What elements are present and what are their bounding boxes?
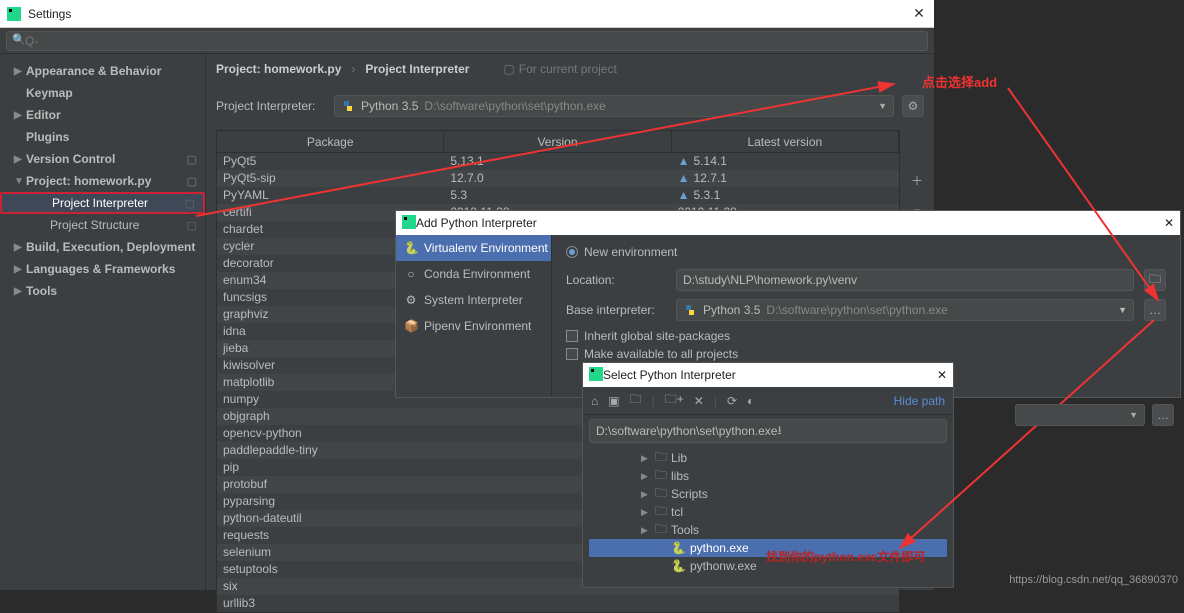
search-icon: 🔍 [12, 33, 26, 46]
gear-button[interactable]: ⚙ [902, 95, 924, 117]
new-folder-icon[interactable]: 🗀+ [665, 390, 684, 411]
breadcrumb-hint: ▢For current project [503, 62, 616, 76]
gear-icon: ⚙ [908, 99, 919, 113]
breadcrumb-page: Project Interpreter [365, 62, 469, 76]
pycharm-icon [6, 6, 22, 22]
location-row: Location: D:\study\NLP\homework.py\venv … [566, 269, 1166, 291]
col-package[interactable]: Package [217, 131, 444, 152]
sidebar-item[interactable]: ▶Languages & Frameworks [0, 258, 205, 280]
add-titlebar: Add Python Interpreter ✕ [396, 211, 1180, 235]
breadcrumb-project: Project: homework.py [216, 62, 341, 76]
history-icon[interactable]: ⭳ [777, 421, 940, 442]
env-icon: 📦 [404, 319, 418, 333]
tree-row[interactable]: ▶🗀tcl [589, 503, 947, 521]
sidebar-item[interactable]: ▶Version Control▢ [0, 148, 205, 170]
browse-base-button[interactable]: … [1144, 299, 1166, 321]
project-icon[interactable]: ▣ [608, 394, 619, 408]
sel-toolbar: ⌂ ▣ 🗀 | 🗀+ ✕ | ⟳ ◐ Hide path [583, 387, 953, 415]
tree-row[interactable]: ▶🗀Lib [589, 449, 947, 467]
tree-row[interactable]: ▶🗀libs [589, 467, 947, 485]
settings-sidebar: ▶Appearance & BehaviorKeymap▶EditorPlugi… [0, 54, 206, 590]
env-type-item[interactable]: 🐍Virtualenv Environment [396, 235, 551, 261]
sidebar-item[interactable]: ▶Tools [0, 280, 205, 302]
env-type-item[interactable]: 📦Pipenv Environment [396, 313, 551, 339]
sidebar-item[interactable]: ▼Project: homework.py▢ [0, 170, 205, 192]
base-dropdown[interactable]: Python 3.5 D:\software\python\set\python… [676, 299, 1134, 321]
hide-path-link[interactable]: Hide path [894, 394, 945, 408]
path-input[interactable]: D:\software\python\set\python.exe ⭳ [589, 419, 947, 443]
sidebar-item[interactable]: ▶Editor [0, 104, 205, 126]
annotation-add: 点击选择add [922, 72, 997, 91]
add-title: Add Python Interpreter [416, 216, 1164, 230]
extra-dropdown[interactable]: ▼ [1015, 404, 1145, 426]
browse-location-button[interactable]: 🗀 [1144, 269, 1166, 291]
sidebar-item[interactable]: Project Structure▢ [0, 214, 205, 236]
new-env-radio-row[interactable]: New environment [566, 245, 1166, 259]
tree-row[interactable]: ▶🗀Scripts [589, 485, 947, 503]
interpreter-name: Python 3.5 [361, 99, 418, 113]
show-hidden-icon[interactable]: ◐ [747, 394, 754, 408]
new-env-label: New environment [584, 245, 677, 259]
package-row[interactable]: PyQt55.13.1▲ 5.14.1 [217, 153, 899, 170]
packages-header: Package Version Latest version [217, 131, 899, 153]
breadcrumb-sep: › [351, 62, 355, 76]
sel-titlebar: Select Python Interpreter ✕ [583, 363, 953, 387]
close-icon[interactable]: ✕ [910, 5, 928, 22]
sel-title: Select Python Interpreter [603, 368, 937, 382]
env-icon: ⚙ [404, 293, 418, 307]
env-type-item[interactable]: ⚙System Interpreter [396, 287, 551, 313]
interpreter-label: Project Interpreter: [216, 99, 326, 113]
tree-row[interactable]: ▶🗀Tools [589, 521, 947, 539]
interpreter-dropdown[interactable]: Python 3.5 D:\software\python\set\python… [334, 95, 894, 117]
annotation-pythonexe: 找到你的python.exe文件即可 [766, 548, 925, 565]
location-input[interactable]: D:\study\NLP\homework.py\venv [676, 269, 1134, 291]
copy-icon: ▢ [503, 62, 514, 76]
location-label: Location: [566, 273, 666, 287]
close-icon[interactable]: ✕ [937, 368, 947, 382]
python-icon [341, 99, 355, 113]
breadcrumb: Project: homework.py › Project Interpret… [216, 54, 934, 80]
col-version[interactable]: Version [444, 131, 671, 152]
sidebar-item[interactable]: ▶Build, Execution, Deployment [0, 236, 205, 258]
inherit-checkbox-row[interactable]: Inherit global site-packages [566, 329, 1166, 343]
home-icon[interactable]: ⌂ [591, 394, 598, 408]
checkbox-icon [566, 348, 578, 360]
package-row[interactable]: PyYAML5.3▲ 5.3.1 [217, 187, 899, 204]
radio-icon [566, 246, 578, 258]
interpreter-path: D:\software\python\set\python.exe [424, 99, 605, 113]
refresh-icon[interactable]: ⟳ [727, 394, 737, 408]
watermark: https://blog.csdn.net/qq_36890370 [1009, 574, 1178, 586]
sidebar-item[interactable]: Project Interpreter▢ [0, 192, 205, 214]
settings-search-bar: 🔍 [0, 28, 934, 54]
settings-title: Settings [28, 7, 910, 21]
sidebar-item[interactable]: ▶Appearance & Behavior [0, 60, 205, 82]
pycharm-icon [589, 367, 603, 384]
folder-icon: 🗀 [1149, 270, 1161, 291]
package-row[interactable]: PyQt5-sip12.7.0▲ 12.7.1 [217, 170, 899, 187]
sidebar-item[interactable]: Keymap [0, 82, 205, 104]
package-row[interactable]: urllib3 [217, 595, 899, 612]
sidebar-item[interactable]: Plugins [0, 126, 205, 148]
python-icon [683, 303, 697, 317]
base-label: Base interpreter: [566, 303, 666, 317]
pycharm-icon [402, 215, 416, 232]
add-package-button[interactable]: ＋ [908, 172, 926, 189]
env-icon: 🐍 [404, 241, 418, 255]
settings-titlebar: Settings ✕ [0, 0, 934, 28]
folder-icon[interactable]: 🗀 [630, 390, 642, 411]
browse-button[interactable]: … [1152, 404, 1174, 426]
search-input[interactable] [6, 31, 928, 51]
col-latest[interactable]: Latest version [672, 131, 899, 152]
env-icon: ○ [404, 267, 418, 281]
chevron-down-icon: ▼ [1118, 305, 1127, 315]
env-type-list: 🐍Virtualenv Environment○Conda Environmen… [396, 235, 552, 397]
interpreter-row: Project Interpreter: Python 3.5 D:\softw… [216, 88, 924, 124]
delete-icon[interactable]: ✕ [694, 394, 704, 408]
make-available-checkbox-row[interactable]: Make available to all projects [566, 347, 1166, 361]
chevron-down-icon: ▼ [878, 101, 887, 111]
env-type-item[interactable]: ○Conda Environment [396, 261, 551, 287]
base-interpreter-row: Base interpreter: Python 3.5 D:\software… [566, 299, 1166, 321]
checkbox-icon [566, 330, 578, 342]
close-icon[interactable]: ✕ [1164, 216, 1174, 230]
